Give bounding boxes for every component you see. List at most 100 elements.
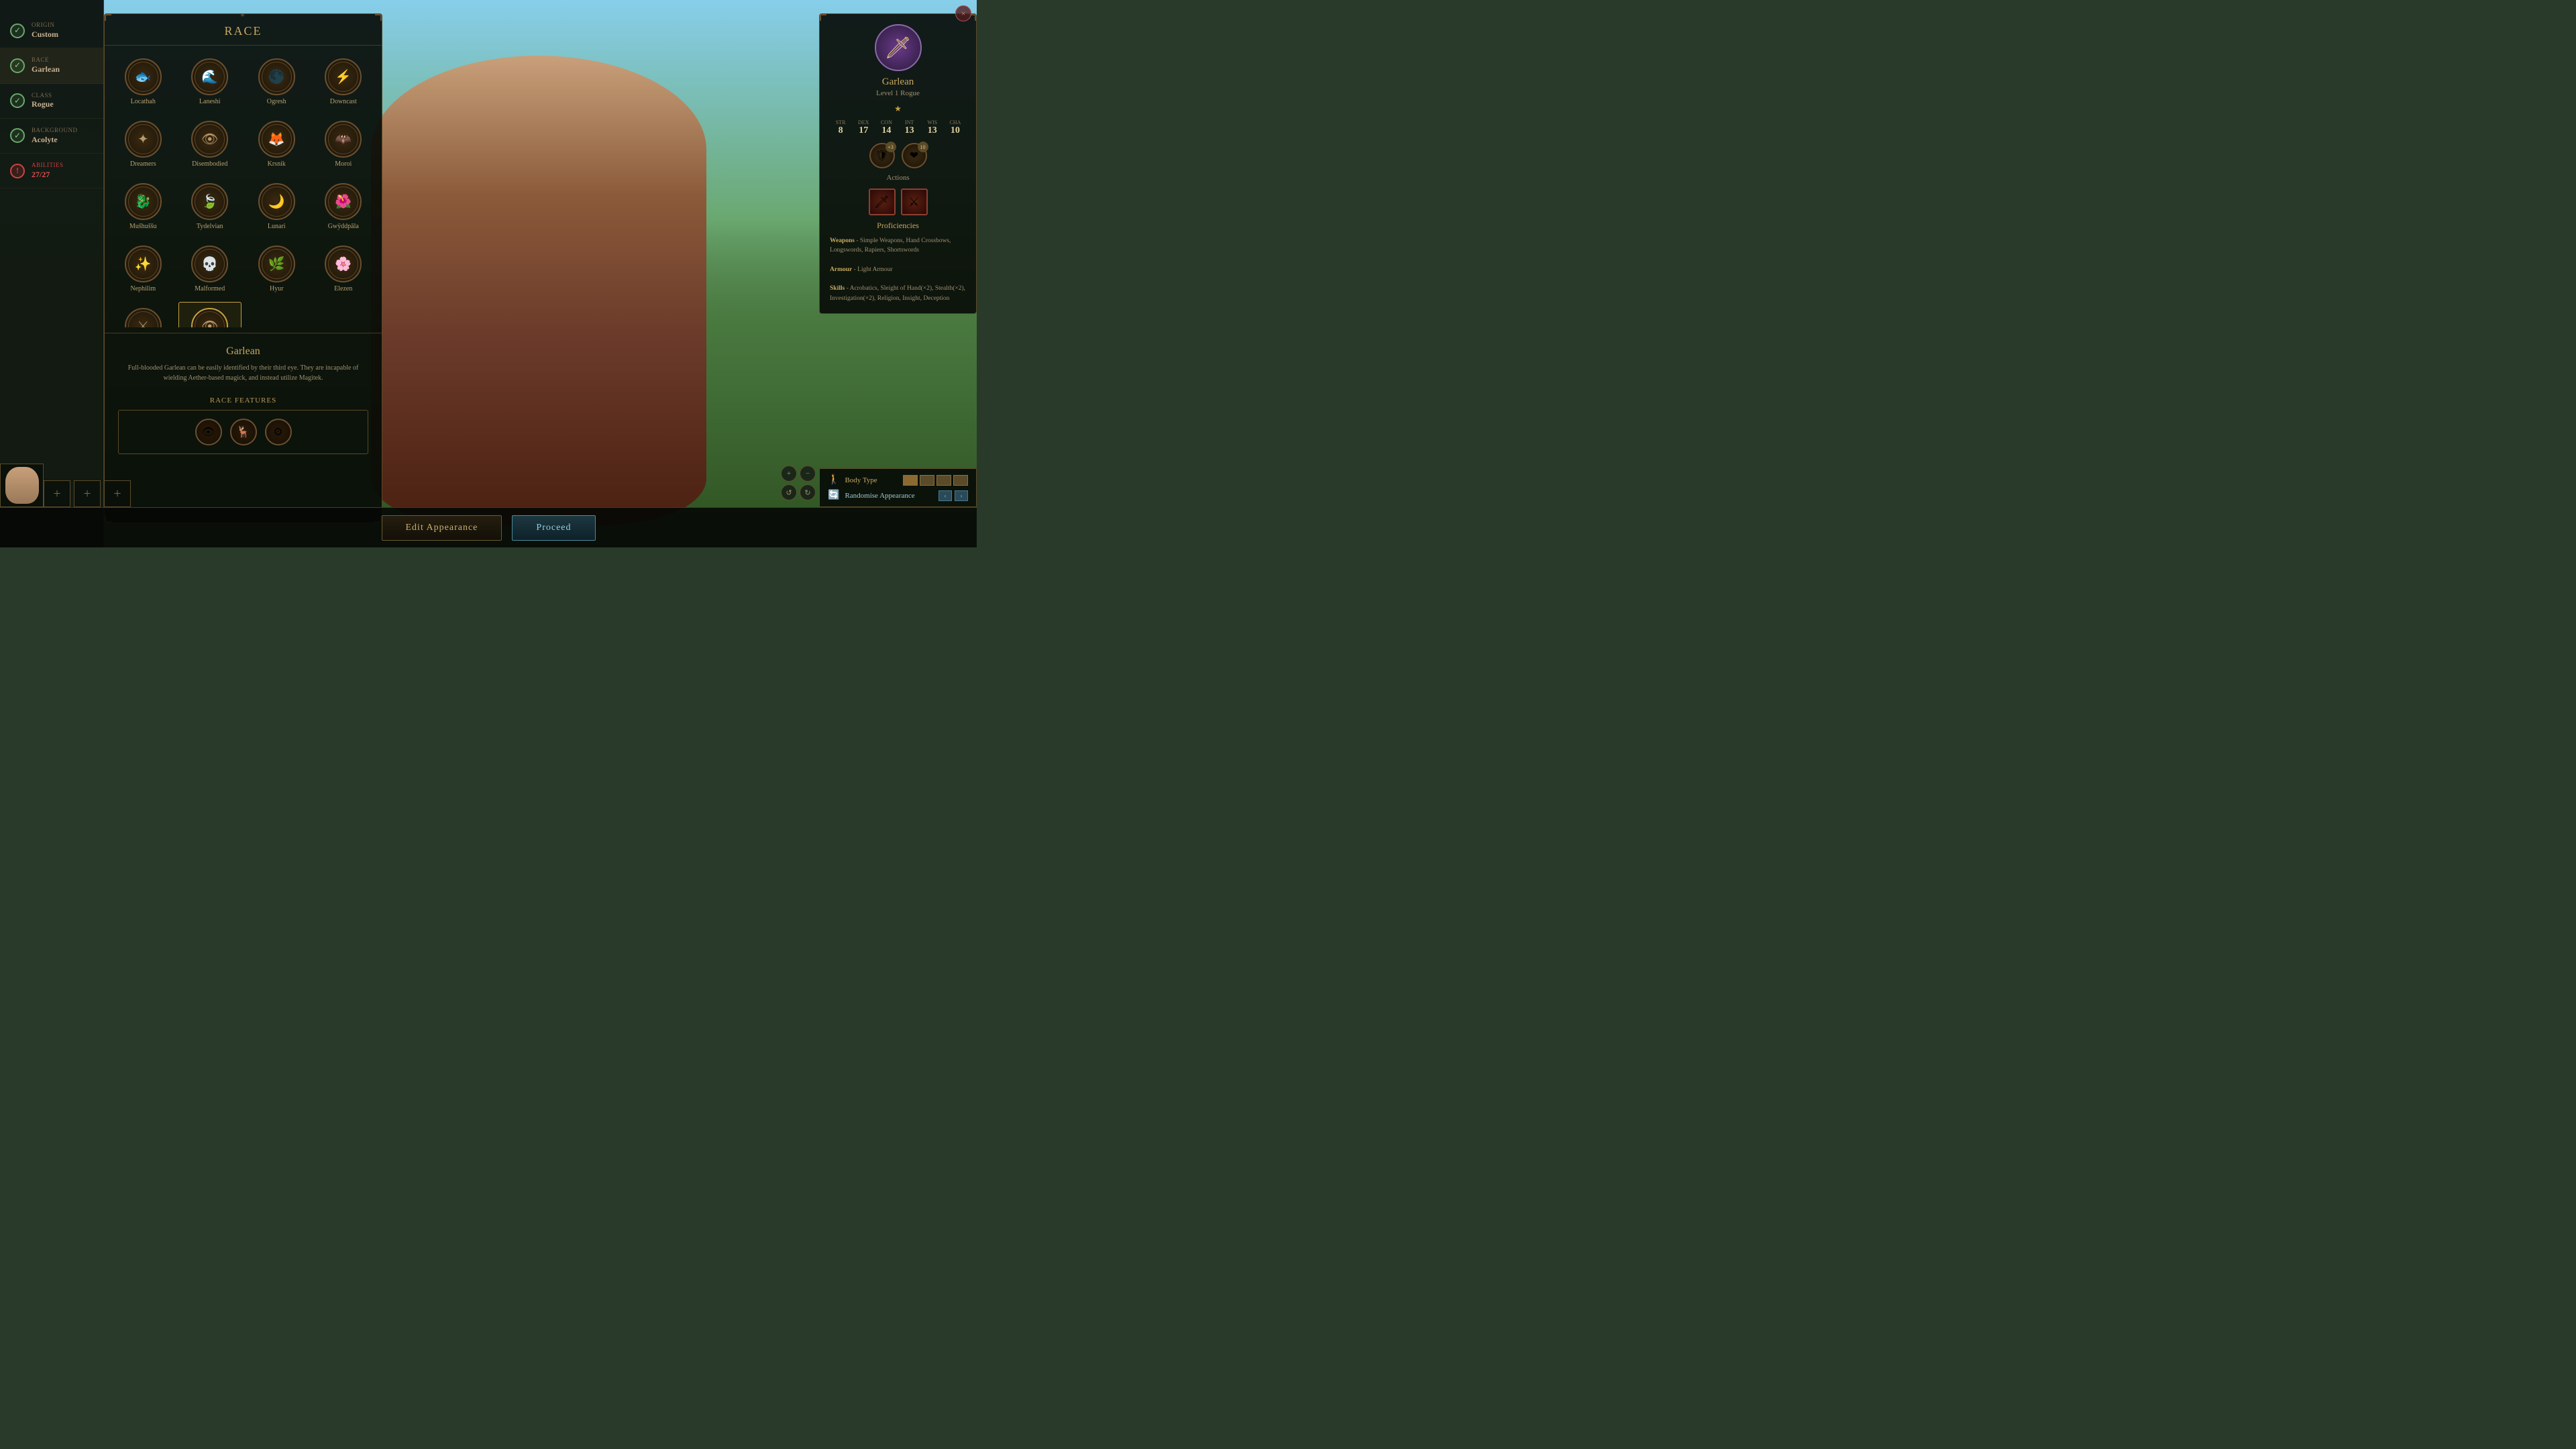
emblem-circle: 🗡 <box>875 24 922 71</box>
race-item-gwyddpala[interactable]: 🌺 Gwÿddpāla <box>312 177 376 236</box>
race-name-downcast: Downcast <box>330 98 357 105</box>
race-check: ✓ <box>10 58 25 73</box>
prof-icon-weapon1: 🗡 <box>869 189 896 215</box>
character-name: Garlean <box>830 76 966 88</box>
body-type-opt-2[interactable] <box>920 475 934 486</box>
sidebar-item-background[interactable]: ✓ Background Acolyte <box>0 119 103 154</box>
stat-cha: CHA 10 <box>945 119 966 136</box>
randomise-icon: 🔄 <box>828 490 839 501</box>
close-button[interactable]: × <box>955 5 971 21</box>
sidebar-item-abilities[interactable]: ! Abilities 27/27 <box>0 154 103 189</box>
race-icon-lunari: 🌙 <box>258 183 295 220</box>
race-icon-moroi: 🦇 <box>325 121 362 158</box>
sidebar-item-race[interactable]: ✓ Race Garlean <box>0 48 103 83</box>
feature-icon-gear: ⚙ <box>265 419 292 445</box>
emblem-sword-icon: 🗡 <box>884 35 912 60</box>
character-star: ★ <box>830 104 966 114</box>
race-item-moroi[interactable]: 🦇 Moroi <box>312 115 376 174</box>
sidebar-item-class[interactable]: ✓ Class Rogue <box>0 84 103 119</box>
randomise-buttons: ‹ › <box>938 490 968 501</box>
race-item-laneshi[interactable]: 🌊 Laneshi <box>178 52 242 111</box>
race-item-garlean[interactable]: 👁 Garlean <box>178 302 242 327</box>
race-name-malformed: Malformed <box>195 285 225 292</box>
action-badge-10: 10 <box>918 142 928 152</box>
sidebar-item-origin[interactable]: ✓ Origin Custom <box>0 13 103 48</box>
race-name-moroi: Moroi <box>335 160 352 168</box>
race-icon-nephilim: ✨ <box>125 246 162 282</box>
race-name-gwyddpala: Gwÿddpāla <box>328 223 359 230</box>
cam-zoom-out[interactable]: − <box>800 466 816 482</box>
race-icon-malformed: 💀 <box>191 246 228 282</box>
skills-dash: - <box>845 285 849 292</box>
race-features-box: 👁 🦌 ⚙ <box>118 410 368 454</box>
race-item-nephilim[interactable]: ✨ Nephilim <box>111 239 175 299</box>
body-type-opt-3[interactable] <box>936 475 951 486</box>
race-item-locathah[interactable]: 🐟 Locathah <box>111 52 175 111</box>
proceed-button[interactable]: Proceed <box>512 515 595 541</box>
background-check: ✓ <box>10 128 25 143</box>
origin-label: Origin Custom <box>32 21 58 40</box>
body-type-opt-4[interactable] <box>953 475 968 486</box>
race-name-ogresh: Ogresh <box>267 98 286 105</box>
stats-row: STR 8 DEX 17 CON 14 INT 13 WIS 13 CHA 10 <box>830 119 966 136</box>
camera-controls: + − ↺ ↻ <box>781 466 816 500</box>
action-badge-plus3: +3 <box>885 142 896 152</box>
race-name-mushushu: Mušhuššu <box>129 223 157 230</box>
randomise-next-button[interactable]: › <box>955 490 968 501</box>
race-item-mushushu[interactable]: 🐉 Mušhuššu <box>111 177 175 236</box>
stat-dex: DEX 17 <box>853 119 874 136</box>
stat-str: STR 8 <box>830 119 851 136</box>
action-icon-heart: ❤ 10 <box>902 143 927 168</box>
skills-value: Acrobatics, Sleight of Hand(×2), Stealth… <box>830 285 965 301</box>
randomise-row: 🔄 Randomise Appearance ‹ › <box>828 490 968 501</box>
character-model <box>371 56 706 525</box>
character-portrait[interactable] <box>0 464 44 507</box>
cam-zoom-in[interactable]: + <box>781 466 797 482</box>
feature-icon-deer: 🦌 <box>230 419 257 445</box>
race-item-lunari[interactable]: 🌙 Lunari <box>245 177 309 236</box>
add-character-button-2[interactable]: + <box>74 480 101 507</box>
race-icon-garlean: 👁 <box>191 308 228 327</box>
right-panel: 🗡 Garlean Level 1 Rogue ★ STR 8 DEX 17 C… <box>819 13 977 314</box>
race-item-tydelvian[interactable]: 🍃 Tydelvian <box>178 177 242 236</box>
body-type-label: Body Type <box>845 476 898 484</box>
race-item-roegadyn[interactable]: ⚔ Roegadyn <box>111 302 175 327</box>
add-character-button-3[interactable]: + <box>104 480 131 507</box>
race-name-tydelvian: Tydelvian <box>197 223 223 230</box>
body-type-opt-1[interactable] <box>903 475 918 486</box>
race-label: Race Garlean <box>32 56 60 74</box>
randomise-prev-button[interactable]: ‹ <box>938 490 952 501</box>
race-item-downcast[interactable]: ⚡ Downcast <box>312 52 376 111</box>
race-item-ogresh[interactable]: 🌑 Ogresh <box>245 52 309 111</box>
character-level: Level 1 Rogue <box>830 89 966 97</box>
background-label: Background Acolyte <box>32 127 78 145</box>
cam-rotate-right[interactable]: ↻ <box>800 484 816 500</box>
race-item-malformed[interactable]: 💀 Malformed <box>178 239 242 299</box>
armour-value: Light Armour <box>857 266 893 273</box>
race-item-krsnik[interactable]: 🦊 Krsnik <box>245 115 309 174</box>
race-item-disembodied[interactable]: 👁 Disembodied <box>178 115 242 174</box>
edit-appearance-button[interactable]: Edit Appearance <box>382 515 502 541</box>
actions-label: Actions <box>830 174 966 182</box>
class-label: Class Rogue <box>32 92 54 110</box>
race-grid: 🐟 Locathah 🌊 Laneshi 🌑 Ogresh ⚡ Downcast… <box>105 46 382 327</box>
race-item-elezen[interactable]: 🌸 Elezen <box>312 239 376 299</box>
race-name-dreamers: Dreamers <box>130 160 156 168</box>
feature-icon-eye: 👁 <box>195 419 222 445</box>
body-type-row: 🚶 Body Type <box>828 474 968 486</box>
race-icon-elezen: 🌸 <box>325 246 362 282</box>
stat-con: CON 14 <box>875 119 897 136</box>
race-name-elezen: Elezen <box>334 285 352 292</box>
cam-rotate-left[interactable]: ↺ <box>781 484 797 500</box>
randomise-label: Randomise Appearance <box>845 492 933 500</box>
race-icon-tydelvian: 🍃 <box>191 183 228 220</box>
armour-dash: - <box>852 266 857 273</box>
proficiency-text: Weapons - Simple Weapons, Hand Crossbows… <box>830 236 966 303</box>
armour-label: Armour <box>830 266 852 273</box>
abilities-check: ! <box>10 164 25 178</box>
race-item-dreamers[interactable]: ✦ Dreamers <box>111 115 175 174</box>
add-character-button-1[interactable]: + <box>44 480 70 507</box>
class-check: ✓ <box>10 93 25 108</box>
race-icon-disembodied: 👁 <box>191 121 228 158</box>
race-item-hyur[interactable]: 🌿 Hyur <box>245 239 309 299</box>
